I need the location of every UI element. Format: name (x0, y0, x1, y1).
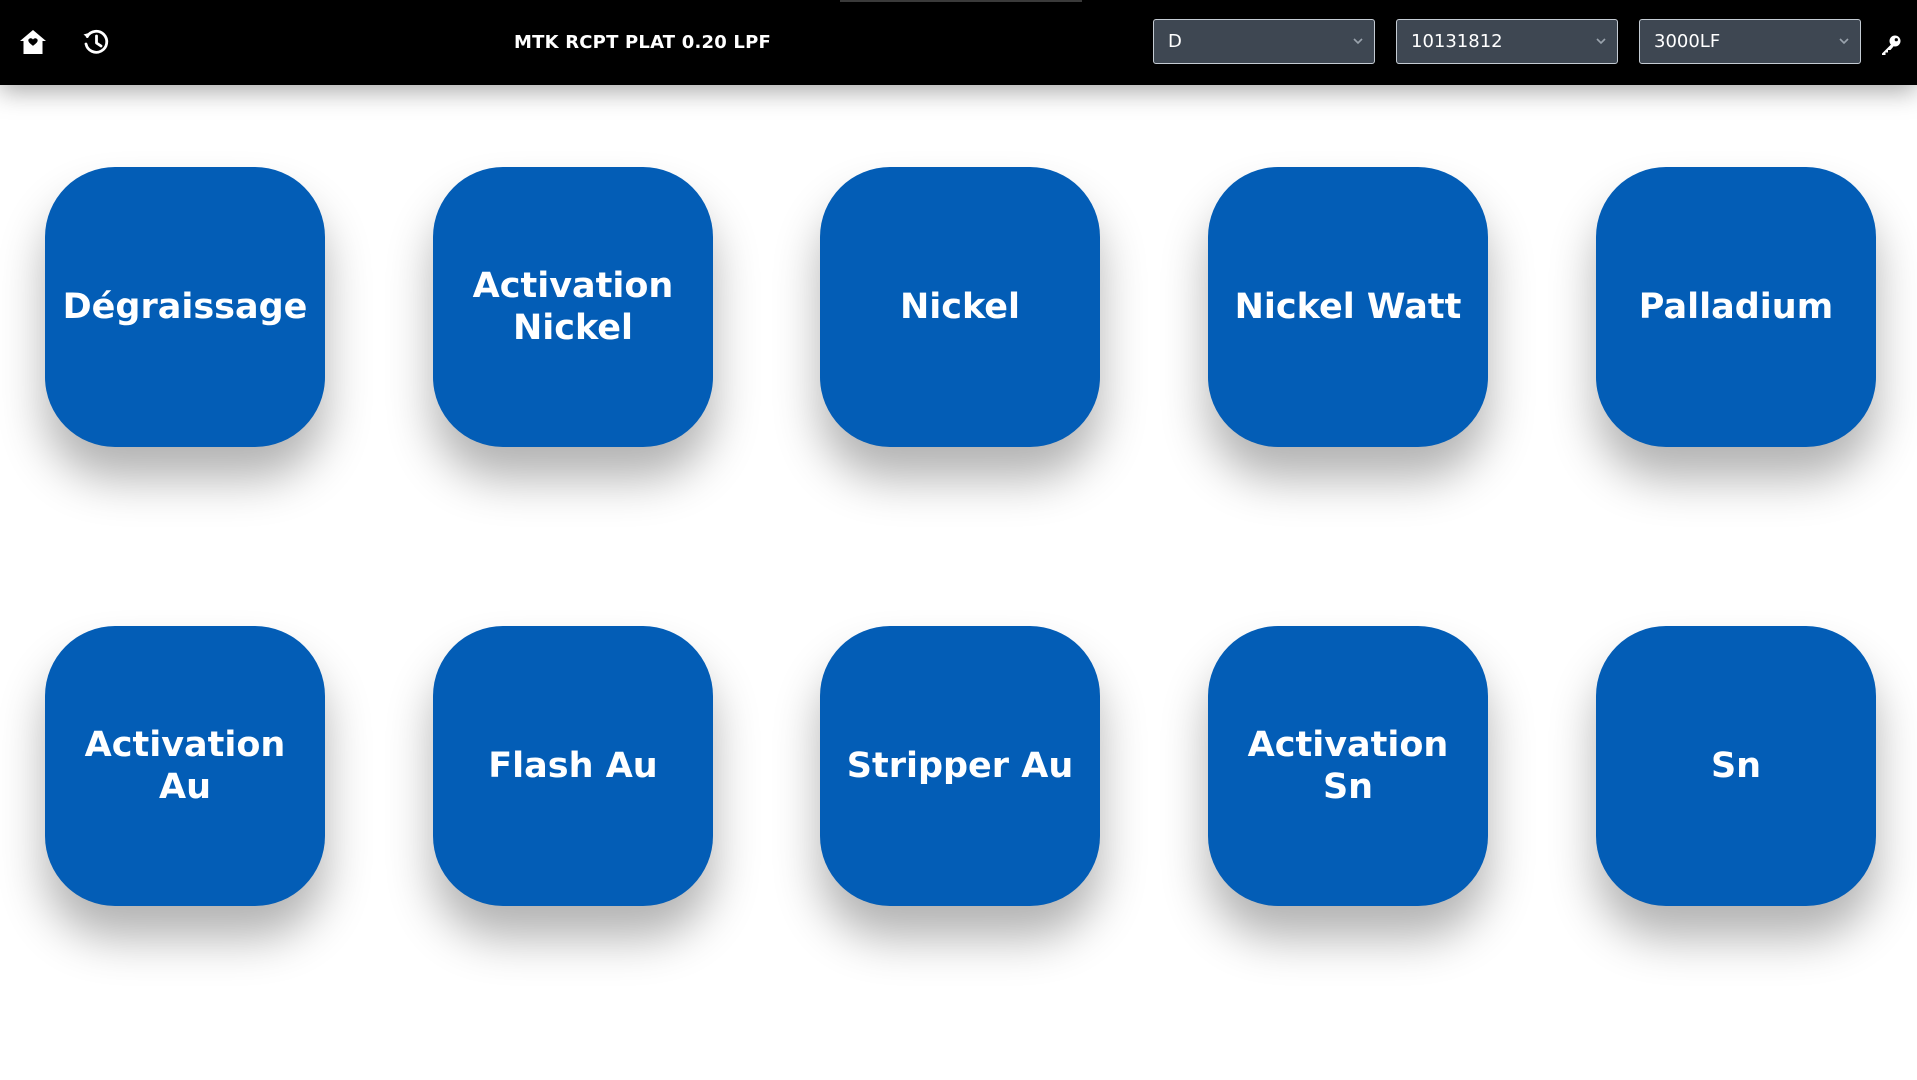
chevron-down-icon (1596, 38, 1606, 45)
tile-sn[interactable]: Sn (1596, 626, 1876, 906)
select-product[interactable]: 3000LF (1639, 19, 1861, 64)
tile-degraissage[interactable]: Dégraissage (45, 167, 325, 447)
key-icon (1882, 35, 1901, 55)
select-line-value: D (1168, 31, 1182, 52)
history-button[interactable] (76, 22, 116, 62)
tile-stripper-au[interactable]: Stripper Au (820, 626, 1100, 906)
tile-nickel[interactable]: Nickel (820, 167, 1100, 447)
top-bar: MTK RCPT PLAT 0.20 LPF D 10131812 3000LF (0, 0, 1917, 85)
tile-palladium[interactable]: Palladium (1596, 167, 1876, 447)
page-title: MTK RCPT PLAT 0.20 LPF (514, 32, 771, 53)
chevron-down-icon (1353, 38, 1363, 45)
history-icon (83, 29, 109, 54)
select-order-value: 10131812 (1411, 31, 1503, 52)
tile-activation-nickel[interactable]: Activation Nickel (433, 167, 713, 447)
home-button[interactable] (13, 22, 53, 62)
home-icon (20, 30, 46, 54)
tile-nickel-watt[interactable]: Nickel Watt (1208, 167, 1488, 447)
select-order[interactable]: 10131812 (1396, 19, 1618, 64)
tile-activation-sn[interactable]: Activation Sn (1208, 626, 1488, 906)
key-button[interactable] (1876, 30, 1906, 60)
tile-activation-au[interactable]: Activation Au (45, 626, 325, 906)
top-bar-accent (840, 0, 1082, 2)
chevron-down-icon (1839, 38, 1849, 45)
tile-flash-au[interactable]: Flash Au (433, 626, 713, 906)
select-line[interactable]: D (1153, 19, 1375, 64)
select-product-value: 3000LF (1654, 31, 1721, 52)
